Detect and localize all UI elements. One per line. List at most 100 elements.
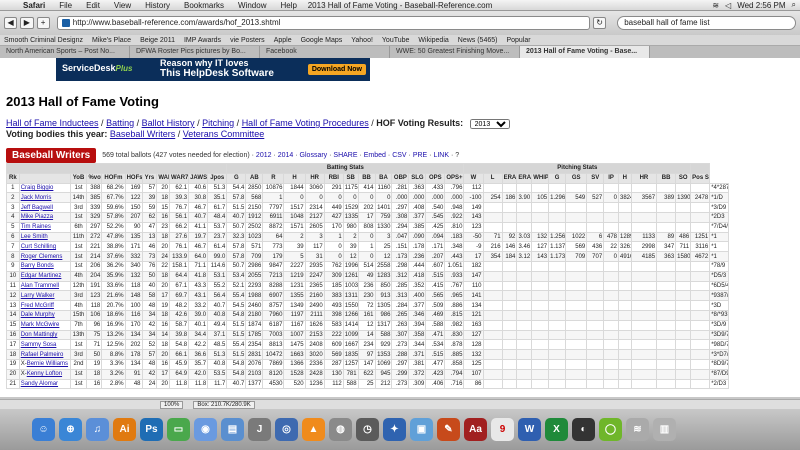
bookmark-item[interactable]: Mike's Place — [92, 37, 131, 44]
jpg-icon[interactable]: J — [248, 418, 271, 441]
player-link[interactable]: Jeff Bagwell — [21, 205, 53, 211]
tools-icon[interactable]: ✦ — [383, 418, 406, 441]
nav-ballot-history[interactable]: Ballot History — [142, 118, 195, 128]
dictionary-icon[interactable]: Aa — [464, 418, 487, 441]
excel-icon[interactable]: X — [545, 418, 568, 441]
tab-facebook[interactable]: Facebook — [260, 46, 390, 58]
search-input[interactable]: baseball hall of fame list — [617, 16, 796, 30]
column-header[interactable]: OPS — [425, 172, 446, 184]
player-link[interactable]: Kenny Lofton — [27, 371, 62, 377]
player-name-cell[interactable]: Larry Walker — [18, 290, 71, 302]
bookmark-item[interactable]: vie Posters — [230, 37, 265, 44]
clock[interactable]: Wed 2:56 PM — [737, 1, 785, 10]
column-header[interactable]: W — [463, 172, 484, 184]
bookmark-item[interactable]: IMP Awards — [184, 37, 221, 44]
link-veterans-committee[interactable]: Veterans Committee — [183, 129, 265, 139]
player-link[interactable]: Larry Walker — [21, 293, 55, 299]
column-header[interactable]: HR — [630, 172, 658, 184]
forward-button[interactable]: ▶ — [20, 17, 34, 29]
player-name-cell[interactable]: Craig Biggio — [18, 182, 71, 194]
dvd-icon[interactable]: ◐ — [572, 418, 595, 441]
column-header[interactable]: HOFm — [101, 172, 126, 184]
player-link[interactable]: Sammy Sosa — [21, 342, 57, 348]
folder-icon[interactable]: ▤ — [221, 418, 244, 441]
player-link[interactable]: Edgar Martinez — [21, 273, 62, 279]
column-header[interactable]: AB — [245, 172, 264, 184]
column-header[interactable]: WAR — [156, 172, 171, 184]
preview-icon[interactable]: ▣ — [410, 418, 433, 441]
column-header[interactable] — [18, 172, 71, 184]
bookmark-item[interactable]: News (5465) — [458, 37, 498, 44]
player-name-cell[interactable]: Tim Raines — [18, 221, 71, 233]
column-header[interactable]: SLG — [408, 172, 427, 184]
menu-file[interactable]: File — [52, 1, 79, 10]
link-baseball-writers[interactable]: Baseball Writers — [110, 129, 175, 139]
column-header[interactable]: OBP — [391, 172, 410, 184]
video-icon[interactable]: ◉ — [194, 418, 217, 441]
menu-help[interactable]: Help — [273, 1, 303, 10]
player-link[interactable]: Don Mattingly — [21, 332, 58, 338]
bookmark-item[interactable]: Apple — [274, 37, 292, 44]
link-2014[interactable]: 2014 — [278, 152, 294, 159]
player-name-cell[interactable]: Sandy Alomar — [18, 378, 71, 390]
nav-voting-procedures[interactable]: Hall of Fame Voting Procedures — [242, 118, 369, 128]
column-header[interactable]: IP — [603, 172, 619, 184]
link-2012[interactable]: 2012 — [256, 152, 272, 159]
nav-hof-inductees[interactable]: Hall of Fame Inductees — [6, 118, 99, 128]
bookmark-item[interactable]: YouTube — [382, 37, 410, 44]
player-name-cell[interactable]: Jack Morris — [18, 192, 71, 204]
voting-table-container[interactable]: Batting Stats Pitching Stats RkYoB%voteH… — [6, 163, 774, 399]
player-name-cell[interactable]: X-Bernie Williams — [18, 358, 71, 370]
player-name-cell[interactable]: Sammy Sosa — [18, 339, 71, 351]
column-header[interactable]: Pos Summary — [690, 172, 711, 184]
player-name-cell[interactable]: Rafael Palmeiro — [18, 349, 71, 360]
player-name-cell[interactable]: Fred McGriff — [18, 300, 71, 311]
compass-icon[interactable]: ⊕ — [59, 418, 82, 441]
bookmark-item[interactable]: Yahoo! — [351, 37, 373, 44]
bookmark-item[interactable]: Wikipedia — [418, 37, 448, 44]
wifi-status-icon[interactable]: ≋ — [712, 1, 719, 10]
bookmark-item[interactable]: Popular — [506, 37, 530, 44]
menu-history[interactable]: History — [138, 1, 177, 10]
player-name-cell[interactable]: Mike Piazza — [18, 211, 71, 223]
player-link[interactable]: Bernie Williams — [27, 361, 68, 367]
tab-wwe[interactable]: WWE: 50 Greatest Finishing Move... — [390, 46, 520, 58]
player-link[interactable]: Alan Trammell — [21, 283, 59, 289]
camera-icon[interactable]: ◎ — [275, 418, 298, 441]
finder-icon[interactable]: ☺ — [32, 418, 55, 441]
player-name-cell[interactable]: Dale Murphy — [18, 309, 71, 321]
year-select[interactable]: 2013 — [469, 119, 510, 129]
nav-batting[interactable]: Batting — [106, 118, 134, 128]
column-header[interactable]: GS — [565, 172, 588, 184]
volume-icon[interactable]: ◁ — [725, 1, 731, 10]
player-name-cell[interactable]: X-Kenny Lofton — [18, 368, 71, 380]
tab-north-american-sports[interactable]: North American Sports – Post No... — [0, 46, 130, 58]
column-header[interactable]: SO — [675, 172, 692, 184]
column-header[interactable]: R — [262, 172, 285, 184]
address-bar[interactable]: http://www.baseball-reference.com/awards… — [56, 16, 590, 30]
column-header[interactable]: BB — [656, 172, 677, 184]
player-name-cell[interactable]: Jeff Bagwell — [18, 202, 71, 213]
ad-banner[interactable]: ServiceDeskPlus Reason why IT loves This… — [56, 58, 370, 81]
trash-icon[interactable]: ▥ — [653, 418, 676, 441]
link-glossary[interactable]: Glossary — [300, 152, 328, 159]
illustrator-icon[interactable]: Ai — [113, 418, 136, 441]
column-header[interactable]: OPS+ — [444, 172, 465, 184]
player-name-cell[interactable]: Don Mattingly — [18, 329, 71, 341]
player-link[interactable]: Lee Smith — [21, 234, 48, 240]
column-header[interactable]: JAWS — [188, 172, 209, 184]
column-header[interactable]: WAR7 — [169, 172, 190, 184]
column-header[interactable]: Yrs — [141, 172, 158, 184]
column-header[interactable]: G — [548, 172, 567, 184]
tab-dfwa-roster[interactable]: DFWA Roster Pics pictures by Bo... — [130, 46, 260, 58]
player-link[interactable]: Mark McGwire — [21, 322, 60, 328]
player-link[interactable]: Sandy Alomar — [21, 381, 58, 387]
column-header[interactable]: RBI — [323, 172, 344, 184]
menu-edit[interactable]: Edit — [79, 1, 107, 10]
column-header[interactable]: L — [482, 172, 503, 184]
player-link[interactable]: Tim Raines — [21, 224, 51, 230]
column-header[interactable]: ERA+ — [516, 172, 533, 184]
player-link[interactable]: Barry Bonds — [21, 263, 54, 269]
link-csv[interactable]: CSV — [392, 152, 406, 159]
player-name-cell[interactable]: Barry Bonds — [18, 260, 71, 272]
